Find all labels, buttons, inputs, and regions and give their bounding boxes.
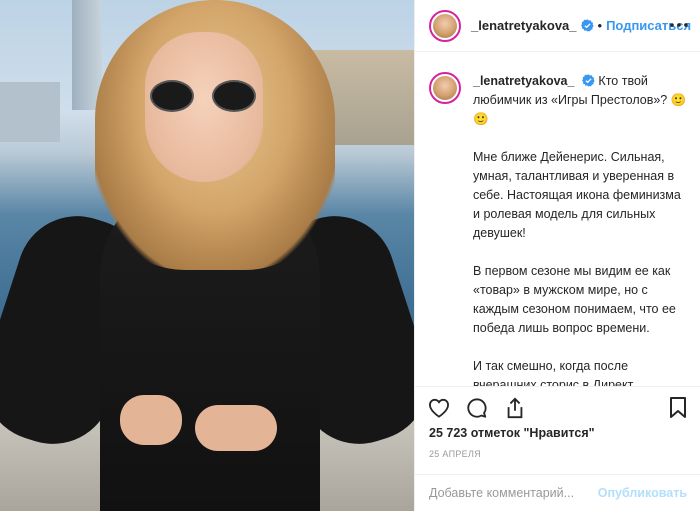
post-actions	[415, 386, 700, 428]
comment-bar: Опубликовать	[415, 474, 700, 511]
caption-paragraph: И так смешно, когда после вчерашних стор…	[473, 359, 634, 386]
caption-paragraph: В первом сезоне мы видим ее как «товар» …	[473, 264, 676, 335]
share-icon[interactable]	[503, 396, 527, 420]
sunglasses	[150, 80, 256, 112]
person-hand	[195, 405, 277, 451]
publish-button[interactable]: Опубликовать	[598, 486, 687, 500]
background-building	[0, 82, 60, 142]
avatar[interactable]	[429, 9, 461, 42]
post-caption: _lenatretyakova_ Кто твой любимчик из «И…	[415, 52, 700, 386]
comment-icon[interactable]	[465, 396, 489, 420]
post-side-panel: _lenatretyakova_ • Подписаться _lenatret…	[414, 0, 700, 511]
heart-icon[interactable]	[427, 396, 451, 420]
caption-username[interactable]: _lenatretyakova_	[473, 74, 574, 88]
person-hand	[120, 395, 182, 445]
verified-badge-icon	[581, 74, 595, 87]
bookmark-icon[interactable]	[669, 397, 691, 419]
comment-input[interactable]	[429, 486, 598, 500]
post-photo[interactable]	[0, 0, 414, 511]
header-username[interactable]: _lenatretyakova_	[471, 18, 577, 33]
more-options-icon[interactable]	[669, 15, 689, 35]
separator-dot: •	[597, 18, 603, 33]
caption-paragraph: Мне ближе Дейенерис. Сильная, умная, тал…	[473, 150, 681, 240]
verified-badge-icon	[580, 19, 594, 32]
post-date[interactable]: 25 АПРЕЛЯ	[429, 449, 481, 459]
post-header: _lenatretyakova_ • Подписаться	[415, 0, 700, 52]
likes-count[interactable]: 25 723 отметок "Нравится"	[429, 426, 595, 440]
avatar[interactable]	[429, 72, 461, 104]
